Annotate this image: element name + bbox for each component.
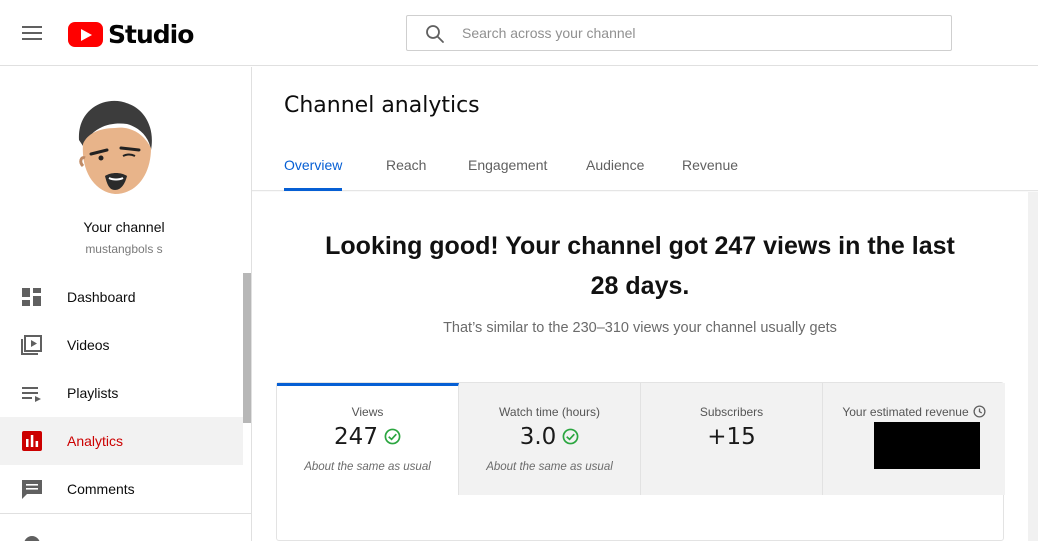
page-header: Channel analytics Overview Reach Engagem… xyxy=(252,67,1038,191)
comments-icon xyxy=(22,480,42,499)
redacted-revenue-value xyxy=(874,422,980,469)
metric-note: About the same as usual xyxy=(486,461,613,473)
logo-text: Studio xyxy=(108,19,194,49)
sidebar-item-label: Videos xyxy=(67,337,110,353)
sidebar-nav: Dashboard Videos Playlists Analytics Com… xyxy=(0,273,243,513)
main-area: Channel analytics Overview Reach Engagem… xyxy=(252,67,1038,541)
tab-engagement[interactable]: Engagement xyxy=(468,157,547,191)
metric-card-views[interactable]: Views 247 About the same as usual xyxy=(277,383,459,495)
sidebar-item-label: Playlists xyxy=(67,385,119,401)
metric-note: About the same as usual xyxy=(304,461,431,473)
metric-value: +15 xyxy=(707,424,756,450)
sidebar-divider xyxy=(0,513,251,514)
metric-label: Your estimated revenue xyxy=(842,405,969,419)
sidebar-scrollbar[interactable] xyxy=(243,273,251,423)
metric-value-wrap: 3.0 xyxy=(459,424,640,450)
sidebar-item-playlists[interactable]: Playlists xyxy=(0,369,243,417)
tab-audience[interactable]: Audience xyxy=(586,157,644,191)
tab-reach[interactable]: Reach xyxy=(386,157,426,191)
channel-handle: mustangbols s xyxy=(85,242,163,256)
sidebar-item-videos[interactable]: Videos xyxy=(0,321,243,369)
page-title: Channel analytics xyxy=(284,93,480,118)
overview-panel: Looking good! Your channel got 247 views… xyxy=(252,192,1028,541)
metric-card-watch-time[interactable]: Watch time (hours) 3.0 About the same as… xyxy=(459,383,641,495)
sidebar-item-analytics[interactable]: Analytics xyxy=(0,417,243,465)
metric-card-subscribers[interactable]: Subscribers +15 xyxy=(641,383,823,495)
search-box[interactable] xyxy=(406,15,952,51)
dashboard-icon xyxy=(22,288,41,306)
metric-label-wrap: Your estimated revenue xyxy=(823,405,1005,419)
metric-value: 247 xyxy=(334,424,378,450)
sidebar-item-label: Dashboard xyxy=(67,289,136,305)
metric-value-wrap: 247 xyxy=(277,424,458,450)
check-circle-icon xyxy=(562,428,579,445)
tab-revenue[interactable]: Revenue xyxy=(682,157,738,191)
metric-label: Views xyxy=(351,405,384,419)
metric-cards: Views 247 About the same as usual Watch … xyxy=(276,382,1005,541)
sidebar-item-dashboard[interactable]: Dashboard xyxy=(0,273,243,321)
metric-card-revenue[interactable]: Your estimated revenue xyxy=(823,383,1005,495)
sidebar-item-comments[interactable]: Comments xyxy=(0,465,243,513)
summary-subline: That’s similar to the 230–310 views your… xyxy=(443,320,837,336)
analytics-icon xyxy=(22,431,42,451)
search-input[interactable] xyxy=(462,16,942,50)
metric-label: Watch time (hours) xyxy=(499,405,600,419)
tab-overview[interactable]: Overview xyxy=(284,157,343,191)
search-icon[interactable] xyxy=(425,24,445,44)
main-scrollbar-track[interactable] xyxy=(1028,192,1038,541)
youtube-play-icon xyxy=(68,21,103,47)
playlists-icon xyxy=(22,387,41,402)
sidebar: Your channel mustangbols s Dashboard Vid… xyxy=(0,67,252,541)
clock-icon xyxy=(973,405,986,418)
metric-value: 3.0 xyxy=(519,424,557,450)
settings-icon[interactable] xyxy=(22,534,42,541)
channel-avatar[interactable] xyxy=(67,88,161,202)
sidebar-item-label: Comments xyxy=(67,481,135,497)
check-circle-icon xyxy=(384,428,401,445)
top-bar: Studio xyxy=(0,0,1038,66)
channel-title: Your channel xyxy=(83,219,165,235)
hamburger-menu-icon[interactable] xyxy=(16,18,48,48)
studio-logo[interactable]: Studio xyxy=(68,19,194,49)
sidebar-item-label: Analytics xyxy=(67,433,124,449)
metric-label: Subscribers xyxy=(699,405,764,419)
videos-icon xyxy=(21,335,42,355)
summary-headline: Looking good! Your channel got 247 views… xyxy=(325,232,955,300)
